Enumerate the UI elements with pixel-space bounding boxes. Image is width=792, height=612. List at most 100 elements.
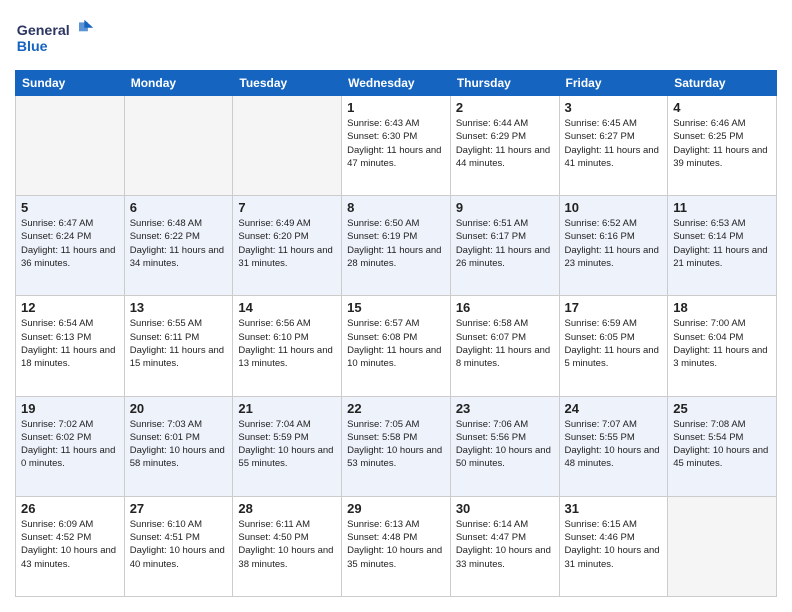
calendar-cell [124,96,233,196]
cell-day-number: 29 [347,501,445,516]
cell-info: Sunrise: 6:53 AMSunset: 6:14 PMDaylight:… [673,217,771,270]
cell-day-number: 1 [347,100,445,115]
calendar-cell: 31Sunrise: 6:15 AMSunset: 4:46 PMDayligh… [559,496,668,596]
svg-text:General: General [17,23,70,39]
cell-day-number: 16 [456,300,554,315]
calendar-cell: 14 Sunrise: 6:56 AMSunset: 6:10 PMDayligh… [233,296,342,396]
cell-day-number: 24 [565,401,663,416]
cell-info: Sunrise: 6:59 AMSunset: 6:05 PMDaylight:… [565,317,663,370]
cell-day-number: 12 [21,300,119,315]
cell-info: Sunrise: 6:50 AMSunset: 6:19 PMDaylight:… [347,217,445,270]
calendar-week-row: 26 Sunrise: 6:09 AMSunset: 4:52 PMDayligh… [16,496,777,596]
cell-info: Sunrise: 6:14 AMSunset: 4:47 PMDaylight:… [456,518,554,571]
cell-info: Sunrise: 6:43 AMSunset: 6:30 PMDaylight:… [347,117,445,170]
cell-info: Sunrise: 7:00 AMSunset: 6:04 PMDaylight:… [673,317,771,370]
cell-info: Sunrise: 6:15 AMSunset: 4:46 PMDaylight:… [565,518,663,571]
cell-info: Sunrise: 6:45 AMSunset: 6:27 PMDaylight:… [565,117,663,170]
calendar-cell: 16 Sunrise: 6:58 AMSunset: 6:07 PMDayligh… [450,296,559,396]
calendar-cell: 23 Sunrise: 7:06 AMSunset: 5:56 PMDayligh… [450,396,559,496]
weekday-header-row: Sunday Monday Tuesday Wednesday Thursday… [16,71,777,96]
cell-info: Sunrise: 6:54 AMSunset: 6:13 PMDaylight:… [21,317,119,370]
cell-day-number: 26 [21,501,119,516]
calendar-cell: 29 Sunrise: 6:13 AMSunset: 4:48 PMDayligh… [342,496,451,596]
cell-info: Sunrise: 6:52 AMSunset: 6:16 PMDaylight:… [565,217,663,270]
header-monday: Monday [124,71,233,96]
calendar-cell: 5 Sunrise: 6:47 AMSunset: 6:24 PMDaylight… [16,196,125,296]
cell-day-number: 19 [21,401,119,416]
calendar-cell: 6Sunrise: 6:48 AMSunset: 6:22 PMDaylight… [124,196,233,296]
calendar-week-row: 12 Sunrise: 6:54 AMSunset: 6:13 PMDayligh… [16,296,777,396]
calendar-cell: 15 Sunrise: 6:57 AMSunset: 6:08 PMDayligh… [342,296,451,396]
calendar-cell [16,96,125,196]
calendar-cell [668,496,777,596]
logo: General Blue [15,15,95,60]
cell-info: Sunrise: 7:05 AMSunset: 5:58 PMDaylight:… [347,418,445,471]
cell-info: Sunrise: 6:09 AMSunset: 4:52 PMDaylight:… [21,518,119,571]
calendar-cell: 7 Sunrise: 6:49 AMSunset: 6:20 PMDaylight… [233,196,342,296]
cell-day-number: 27 [130,501,228,516]
header-friday: Friday [559,71,668,96]
calendar-week-row: 5 Sunrise: 6:47 AMSunset: 6:24 PMDaylight… [16,196,777,296]
calendar-cell [233,96,342,196]
calendar-cell: 17 Sunrise: 6:59 AMSunset: 6:05 PMDayligh… [559,296,668,396]
header-wednesday: Wednesday [342,71,451,96]
calendar-cell: 20Sunrise: 7:03 AMSunset: 6:01 PMDayligh… [124,396,233,496]
calendar-cell: 19Sunrise: 7:02 AMSunset: 6:02 PMDayligh… [16,396,125,496]
page: General Blue Sunday Monday Tuesday Wedne… [0,0,792,612]
calendar-cell: 12 Sunrise: 6:54 AMSunset: 6:13 PMDayligh… [16,296,125,396]
calendar-week-row: 19Sunrise: 7:02 AMSunset: 6:02 PMDayligh… [16,396,777,496]
calendar-table: Sunday Monday Tuesday Wednesday Thursday… [15,70,777,597]
calendar-cell: 18 Sunrise: 7:00 AMSunset: 6:04 PMDayligh… [668,296,777,396]
cell-info: Sunrise: 6:44 AMSunset: 6:29 PMDaylight:… [456,117,554,170]
calendar-cell: 10 Sunrise: 6:52 AMSunset: 6:16 PMDayligh… [559,196,668,296]
calendar-cell: 24 Sunrise: 7:07 AMSunset: 5:55 PMDayligh… [559,396,668,496]
header-saturday: Saturday [668,71,777,96]
calendar-cell: 25Sunrise: 7:08 AMSunset: 5:54 PMDayligh… [668,396,777,496]
cell-info: Sunrise: 7:07 AMSunset: 5:55 PMDaylight:… [565,418,663,471]
header: General Blue [15,15,777,60]
cell-day-number: 21 [238,401,336,416]
svg-text:Blue: Blue [17,39,48,55]
cell-day-number: 6 [130,200,228,215]
cell-day-number: 15 [347,300,445,315]
cell-day-number: 11 [673,200,771,215]
logo-svg: General Blue [15,15,95,60]
cell-day-number: 13 [130,300,228,315]
cell-day-number: 23 [456,401,554,416]
cell-day-number: 3 [565,100,663,115]
calendar-cell: 8 Sunrise: 6:50 AMSunset: 6:19 PMDaylight… [342,196,451,296]
calendar-cell: 13Sunrise: 6:55 AMSunset: 6:11 PMDayligh… [124,296,233,396]
cell-info: Sunrise: 6:57 AMSunset: 6:08 PMDaylight:… [347,317,445,370]
cell-day-number: 17 [565,300,663,315]
cell-info: Sunrise: 7:06 AMSunset: 5:56 PMDaylight:… [456,418,554,471]
cell-day-number: 20 [130,401,228,416]
calendar-cell: 4Sunrise: 6:46 AMSunset: 6:25 PMDaylight… [668,96,777,196]
cell-info: Sunrise: 6:58 AMSunset: 6:07 PMDaylight:… [456,317,554,370]
cell-day-number: 14 [238,300,336,315]
cell-day-number: 5 [21,200,119,215]
cell-info: Sunrise: 6:56 AMSunset: 6:10 PMDaylight:… [238,317,336,370]
calendar-cell: 27Sunrise: 6:10 AMSunset: 4:51 PMDayligh… [124,496,233,596]
calendar-cell: 28 Sunrise: 6:11 AMSunset: 4:50 PMDayligh… [233,496,342,596]
cell-day-number: 7 [238,200,336,215]
calendar-cell: 22 Sunrise: 7:05 AMSunset: 5:58 PMDayligh… [342,396,451,496]
cell-day-number: 22 [347,401,445,416]
cell-info: Sunrise: 6:49 AMSunset: 6:20 PMDaylight:… [238,217,336,270]
cell-info: Sunrise: 6:11 AMSunset: 4:50 PMDaylight:… [238,518,336,571]
calendar-cell: 2Sunrise: 6:44 AMSunset: 6:29 PMDaylight… [450,96,559,196]
calendar-cell: 26 Sunrise: 6:09 AMSunset: 4:52 PMDayligh… [16,496,125,596]
cell-info: Sunrise: 6:47 AMSunset: 6:24 PMDaylight:… [21,217,119,270]
calendar-cell: 30Sunrise: 6:14 AMSunset: 4:47 PMDayligh… [450,496,559,596]
cell-day-number: 18 [673,300,771,315]
cell-day-number: 10 [565,200,663,215]
cell-day-number: 8 [347,200,445,215]
cell-info: Sunrise: 6:46 AMSunset: 6:25 PMDaylight:… [673,117,771,170]
cell-day-number: 9 [456,200,554,215]
cell-info: Sunrise: 7:04 AMSunset: 5:59 PMDaylight:… [238,418,336,471]
calendar-cell: 9 Sunrise: 6:51 AMSunset: 6:17 PMDaylight… [450,196,559,296]
cell-info: Sunrise: 6:51 AMSunset: 6:17 PMDaylight:… [456,217,554,270]
calendar-cell: 3 Sunrise: 6:45 AMSunset: 6:27 PMDaylight… [559,96,668,196]
cell-info: Sunrise: 6:13 AMSunset: 4:48 PMDaylight:… [347,518,445,571]
cell-day-number: 28 [238,501,336,516]
cell-info: Sunrise: 7:08 AMSunset: 5:54 PMDaylight:… [673,418,771,471]
